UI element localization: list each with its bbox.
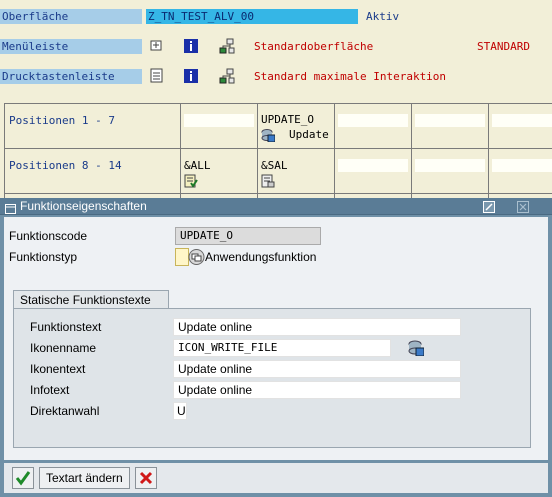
hierarchy-icon[interactable] (219, 38, 235, 54)
grid-line (334, 103, 335, 200)
grid-cell[interactable] (492, 159, 552, 172)
tab-static-texts[interactable]: Statische Funktionstexte (13, 290, 169, 309)
document-list-icon[interactable] (150, 68, 164, 83)
surface-status: Aktiv (366, 10, 400, 23)
save-file-icon (408, 340, 425, 357)
save-file-icon (261, 128, 276, 143)
info-text-field[interactable]: Update online (173, 381, 461, 399)
tab-label: Statische Funktionstexte (20, 293, 151, 307)
grid-cell[interactable] (184, 114, 254, 127)
hierarchy-icon[interactable] (219, 68, 235, 84)
grid-cell-code[interactable]: &SAL (261, 159, 288, 172)
grid-line (180, 103, 181, 200)
checkmark-icon (15, 471, 31, 486)
grid-cell-text: Update (289, 128, 329, 141)
dialog-body: Funktionscode UPDATE_O Funktionstyp Anwe… (4, 217, 548, 460)
grid-cell[interactable] (492, 114, 552, 127)
cancel-icon (139, 471, 153, 485)
tab-panel: Funktionstext Update online Ikonenname I… (13, 308, 531, 448)
grid-line (4, 148, 552, 149)
grid-row1-label: Positionen 1 - 7 (9, 114, 115, 127)
select-all-icon (184, 174, 198, 188)
function-code-label: Funktionscode (9, 229, 88, 243)
grid-row2-label: Positionen 8 - 14 (9, 159, 122, 172)
function-type-field[interactable] (175, 248, 189, 266)
grid-cell[interactable] (415, 159, 485, 172)
edit-icon[interactable] (483, 200, 495, 213)
change-text-type-button[interactable]: Textart ändern (39, 467, 130, 489)
menubar-text: Standardoberfläche (254, 40, 374, 53)
info-icon[interactable] (184, 69, 198, 83)
function-code-field: UPDATE_O (175, 227, 321, 245)
function-text-field[interactable]: Update online (173, 318, 461, 336)
menubar-code: STANDARD (477, 40, 530, 53)
grid-line (411, 103, 412, 200)
grid-line (4, 103, 552, 104)
grid-cell[interactable] (415, 114, 485, 127)
grid-cell[interactable] (338, 114, 408, 127)
toolbar-text: Standard maximale Interaktion (254, 70, 447, 83)
icon-name-field[interactable]: ICON_WRITE_FILE (173, 339, 391, 357)
grid-cell-code[interactable]: UPDATE_O (261, 113, 314, 126)
toolbar-label: Drucktastenleiste (0, 69, 142, 84)
close-icon[interactable] (517, 200, 529, 213)
function-text-label: Funktionstext (30, 320, 102, 334)
grid-cell[interactable] (338, 159, 408, 172)
icon-text-field[interactable]: Update online (173, 360, 461, 378)
grid-line (488, 103, 489, 200)
deselect-all-icon (261, 174, 275, 188)
dialog-title-bar: Funktionseigenschaften (0, 198, 552, 215)
surface-value[interactable]: Z_TN_TEST_ALV_00 (146, 9, 358, 24)
dialog-title: Funktionseigenschaften (20, 199, 147, 213)
icon-text-label: Ikonentext (30, 362, 86, 376)
function-properties-dialog: Funktionseigenschaften Funktionscode UPD… (0, 198, 552, 497)
surface-label: Oberfläche (0, 9, 142, 24)
grid-line (4, 103, 5, 200)
function-type-label: Funktionstyp (9, 250, 78, 264)
info-icon[interactable] (184, 39, 198, 53)
dialog-button-bar: Textart ändern (4, 463, 548, 493)
direct-selection-label: Direktanwahl (30, 404, 100, 418)
window-icon (5, 201, 16, 214)
grid-line (257, 103, 258, 200)
menubar-label: Menüleiste (0, 39, 142, 54)
direct-selection-field[interactable]: U (173, 402, 187, 420)
grid-cell-code[interactable]: &ALL (184, 159, 211, 172)
confirm-button[interactable] (12, 467, 34, 489)
value-help-icon[interactable] (188, 248, 205, 266)
cancel-button[interactable] (135, 467, 157, 489)
function-type-value: Anwendungsfunktion (205, 250, 317, 264)
tree-expand-icon[interactable] (150, 39, 164, 52)
info-text-label: Infotext (30, 383, 70, 397)
grid-line (4, 193, 552, 194)
icon-name-label: Ikonenname (30, 341, 97, 355)
